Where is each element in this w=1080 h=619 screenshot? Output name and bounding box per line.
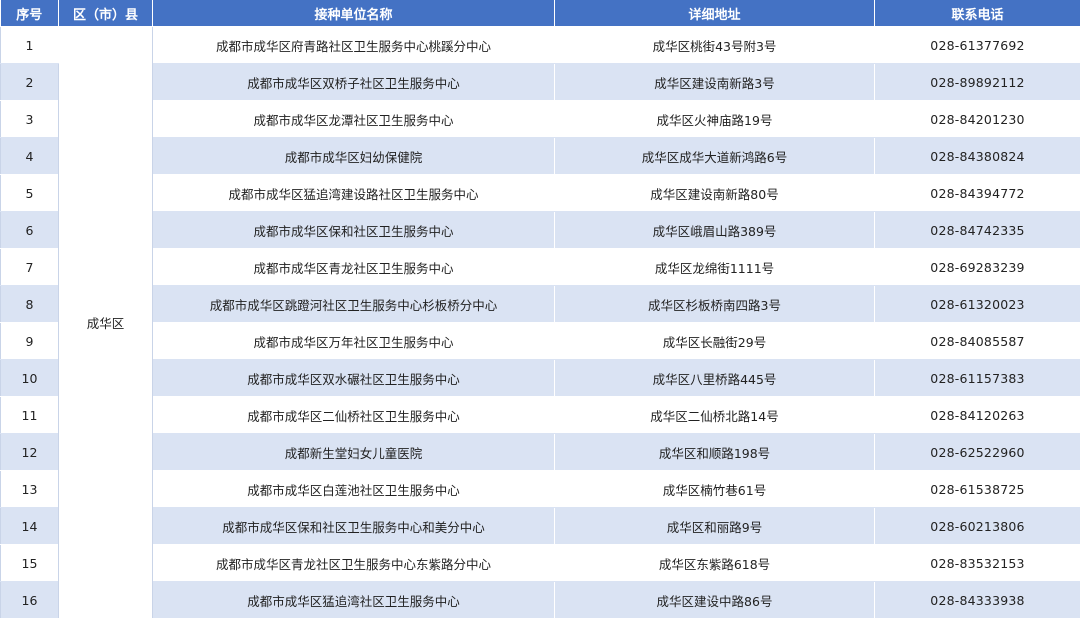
row-seq: 3 bbox=[1, 101, 59, 138]
site-name: 成都市成华区妇幼保健院 bbox=[153, 138, 555, 175]
site-address: 成华区八里桥路445号 bbox=[555, 360, 875, 397]
site-phone: 028-84120263 bbox=[875, 397, 1080, 434]
table-row: 16 成都市成华区猛追湾社区卫生服务中心成华区建设中路86号028-8433393… bbox=[1, 582, 1080, 619]
site-name: 成都市成华区府青路社区卫生服务中心桃蹊分中心 bbox=[153, 27, 555, 64]
site-address: 成华区成华大道新鸿路6号 bbox=[555, 138, 875, 175]
table-row: 1成华区成都市成华区府青路社区卫生服务中心桃蹊分中心成华区桃街43号附3号028… bbox=[1, 27, 1080, 64]
site-address: 成华区建设南新路80号 bbox=[555, 175, 875, 212]
site-phone: 028-83532153 bbox=[875, 545, 1080, 582]
row-seq: 12 bbox=[1, 434, 59, 471]
site-address: 成华区火神庙路19号 bbox=[555, 101, 875, 138]
table-row: 12 成都新生堂妇女儿童医院成华区和顺路198号028-62522960 bbox=[1, 434, 1080, 471]
site-name: 成都市成华区猛追湾社区卫生服务中心 bbox=[153, 582, 555, 619]
table-row: 6 成都市成华区保和社区卫生服务中心成华区峨眉山路389号028-84742335 bbox=[1, 212, 1080, 249]
site-address: 成华区桃街43号附3号 bbox=[555, 27, 875, 64]
site-phone: 028-62522960 bbox=[875, 434, 1080, 471]
site-name: 成都市成华区双水碾社区卫生服务中心 bbox=[153, 360, 555, 397]
vaccination-sites-table-container: 序号 区（市）县 接种单位名称 详细地址 联系电话 1成华区成都市成华区府青路社… bbox=[0, 0, 1080, 616]
row-seq: 5 bbox=[1, 175, 59, 212]
site-address: 成华区和顺路198号 bbox=[555, 434, 875, 471]
table-row: 11 成都市成华区二仙桥社区卫生服务中心成华区二仙桥北路14号028-841202… bbox=[1, 397, 1080, 434]
site-address: 成华区建设南新路3号 bbox=[555, 64, 875, 101]
header-address: 详细地址 bbox=[555, 0, 875, 27]
site-name: 成都市成华区保和社区卫生服务中心和美分中心 bbox=[153, 508, 555, 545]
site-name: 成都新生堂妇女儿童医院 bbox=[153, 434, 555, 471]
site-name: 成都市成华区龙潭社区卫生服务中心 bbox=[153, 101, 555, 138]
row-seq: 1 bbox=[1, 27, 59, 64]
site-name: 成都市成华区青龙社区卫生服务中心 bbox=[153, 249, 555, 286]
site-phone: 028-61157383 bbox=[875, 360, 1080, 397]
site-address: 成华区二仙桥北路14号 bbox=[555, 397, 875, 434]
site-address: 成华区东紫路618号 bbox=[555, 545, 875, 582]
site-address: 成华区建设中路86号 bbox=[555, 582, 875, 619]
site-name: 成都市成华区猛追湾建设路社区卫生服务中心 bbox=[153, 175, 555, 212]
row-seq: 2 bbox=[1, 64, 59, 101]
site-address: 成华区峨眉山路389号 bbox=[555, 212, 875, 249]
row-seq: 14 bbox=[1, 508, 59, 545]
site-phone: 028-89892112 bbox=[875, 64, 1080, 101]
site-phone: 028-84333938 bbox=[875, 582, 1080, 619]
site-name: 成都市成华区白莲池社区卫生服务中心 bbox=[153, 471, 555, 508]
table-row: 10 成都市成华区双水碾社区卫生服务中心成华区八里桥路445号028-611573… bbox=[1, 360, 1080, 397]
table-row: 9 成都市成华区万年社区卫生服务中心成华区长融街29号028-84085587 bbox=[1, 323, 1080, 360]
site-phone: 028-61320023 bbox=[875, 286, 1080, 323]
table-row: 13 成都市成华区白莲池社区卫生服务中心成华区楠竹巷61号028-61538725 bbox=[1, 471, 1080, 508]
site-address: 成华区楠竹巷61号 bbox=[555, 471, 875, 508]
site-address: 成华区杉板桥南四路3号 bbox=[555, 286, 875, 323]
site-phone: 028-61377692 bbox=[875, 27, 1080, 64]
header-site-name: 接种单位名称 bbox=[153, 0, 555, 27]
site-address: 成华区长融街29号 bbox=[555, 323, 875, 360]
table-row: 5 成都市成华区猛追湾建设路社区卫生服务中心成华区建设南新路80号028-8439… bbox=[1, 175, 1080, 212]
site-phone: 028-84201230 bbox=[875, 101, 1080, 138]
row-seq: 11 bbox=[1, 397, 59, 434]
row-seq: 13 bbox=[1, 471, 59, 508]
site-phone: 028-84742335 bbox=[875, 212, 1080, 249]
site-name: 成都市成华区保和社区卫生服务中心 bbox=[153, 212, 555, 249]
table-body: 1成华区成都市成华区府青路社区卫生服务中心桃蹊分中心成华区桃街43号附3号028… bbox=[1, 27, 1080, 619]
district-cell: 成华区 bbox=[59, 27, 153, 619]
vaccination-sites-table: 序号 区（市）县 接种单位名称 详细地址 联系电话 1成华区成都市成华区府青路社… bbox=[0, 0, 1080, 619]
site-phone: 028-84380824 bbox=[875, 138, 1080, 175]
row-seq: 7 bbox=[1, 249, 59, 286]
site-name: 成都市成华区双桥子社区卫生服务中心 bbox=[153, 64, 555, 101]
row-seq: 8 bbox=[1, 286, 59, 323]
site-phone: 028-61538725 bbox=[875, 471, 1080, 508]
header-district: 区（市）县 bbox=[59, 0, 153, 27]
table-row: 3 成都市成华区龙潭社区卫生服务中心成华区火神庙路19号028-84201230 bbox=[1, 101, 1080, 138]
header-phone: 联系电话 bbox=[875, 0, 1080, 27]
site-phone: 028-84085587 bbox=[875, 323, 1080, 360]
row-seq: 10 bbox=[1, 360, 59, 397]
row-seq: 4 bbox=[1, 138, 59, 175]
table-row: 4 成都市成华区妇幼保健院成华区成华大道新鸿路6号028-84380824 bbox=[1, 138, 1080, 175]
table-row: 8 成都市成华区跳蹬河社区卫生服务中心杉板桥分中心成华区杉板桥南四路3号028-6… bbox=[1, 286, 1080, 323]
site-name: 成都市成华区万年社区卫生服务中心 bbox=[153, 323, 555, 360]
table-row: 15 成都市成华区青龙社区卫生服务中心东紫路分中心成华区东紫路618号028-83… bbox=[1, 545, 1080, 582]
site-phone: 028-84394772 bbox=[875, 175, 1080, 212]
table-row: 2 成都市成华区双桥子社区卫生服务中心成华区建设南新路3号028-89892112 bbox=[1, 64, 1080, 101]
site-name: 成都市成华区跳蹬河社区卫生服务中心杉板桥分中心 bbox=[153, 286, 555, 323]
row-seq: 9 bbox=[1, 323, 59, 360]
row-seq: 16 bbox=[1, 582, 59, 619]
site-name: 成都市成华区青龙社区卫生服务中心东紫路分中心 bbox=[153, 545, 555, 582]
row-seq: 6 bbox=[1, 212, 59, 249]
table-row: 14 成都市成华区保和社区卫生服务中心和美分中心成华区和丽路9号028-60213… bbox=[1, 508, 1080, 545]
site-address: 成华区龙绵街1111号 bbox=[555, 249, 875, 286]
table-row: 7 成都市成华区青龙社区卫生服务中心成华区龙绵街1111号028-69283239 bbox=[1, 249, 1080, 286]
site-address: 成华区和丽路9号 bbox=[555, 508, 875, 545]
site-name: 成都市成华区二仙桥社区卫生服务中心 bbox=[153, 397, 555, 434]
header-row: 序号 区（市）县 接种单位名称 详细地址 联系电话 bbox=[1, 0, 1080, 27]
row-seq: 15 bbox=[1, 545, 59, 582]
header-seq: 序号 bbox=[1, 0, 59, 27]
table-header: 序号 区（市）县 接种单位名称 详细地址 联系电话 bbox=[1, 0, 1080, 27]
site-phone: 028-69283239 bbox=[875, 249, 1080, 286]
site-phone: 028-60213806 bbox=[875, 508, 1080, 545]
